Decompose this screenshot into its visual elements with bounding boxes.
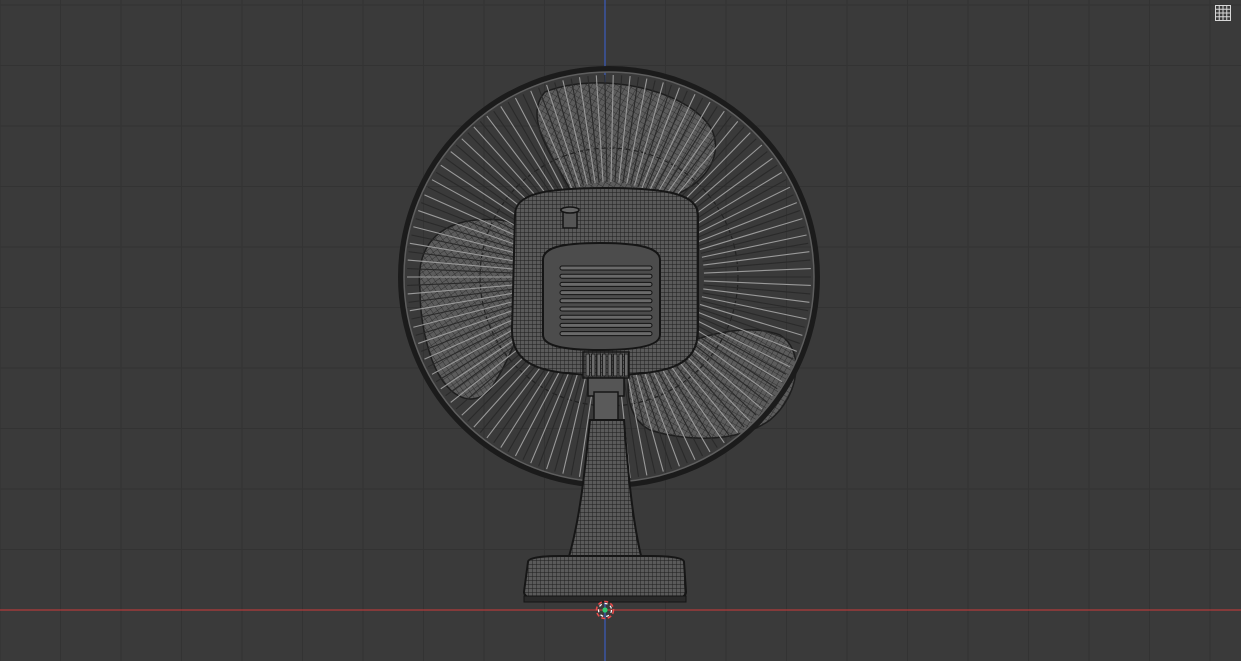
object-origin-icon — [595, 600, 615, 620]
origin-gizmo[interactable] — [595, 600, 615, 620]
3d-viewport[interactable] — [0, 0, 1241, 661]
desk-fan-model[interactable] — [0, 0, 1241, 661]
fan-blade-top — [536, 82, 717, 202]
motor-vents — [559, 265, 653, 337]
oscillation-knob — [560, 206, 580, 229]
grid-toggle-button[interactable] — [1213, 3, 1233, 23]
motor-housing — [510, 186, 699, 397]
grid-icon — [1215, 5, 1231, 21]
